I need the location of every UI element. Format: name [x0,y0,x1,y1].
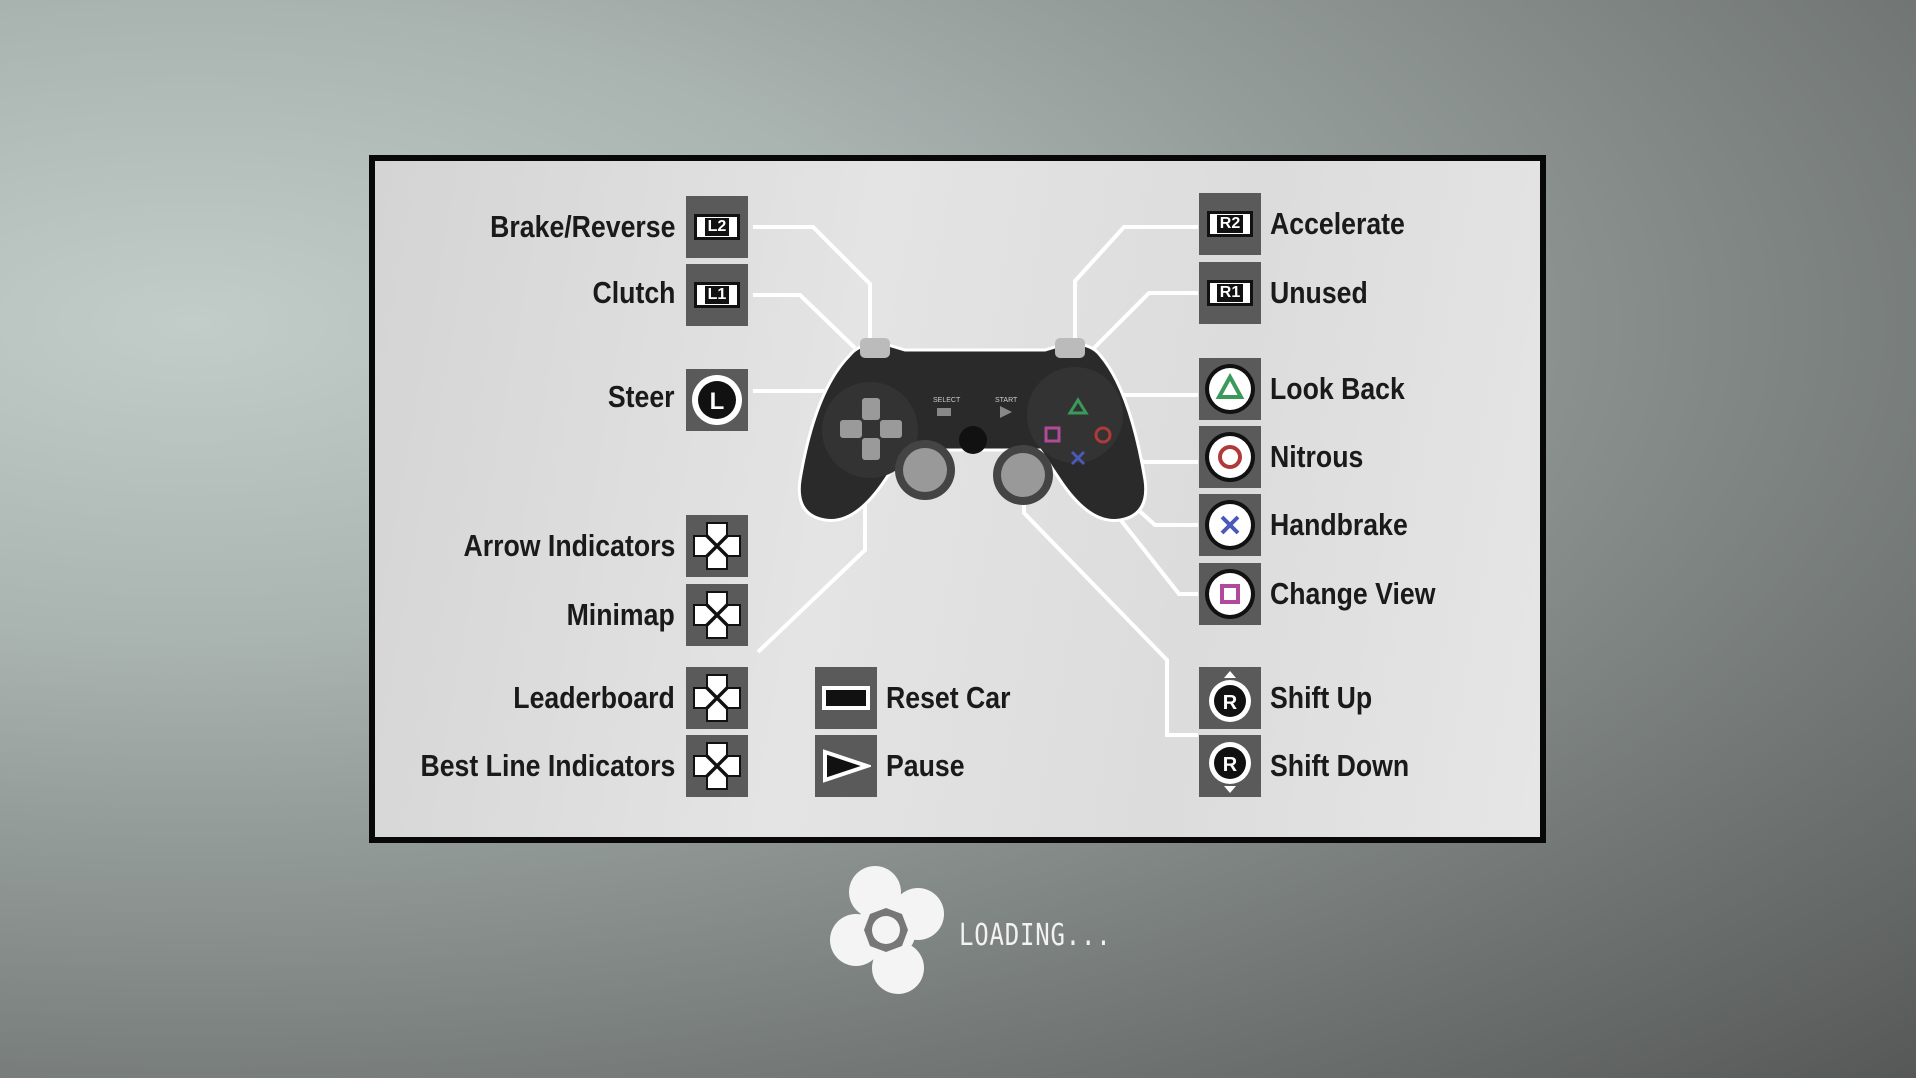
loading-spinner-icon [830,866,944,994]
binding-label: Shift Down [1270,748,1410,783]
right-stick-up-icon: R [1199,667,1261,729]
binding-label: Reset Car [886,680,1011,715]
binding-label: Shift Up [1270,680,1373,715]
binding-label: Arrow Indicators [463,528,675,563]
binding-label: Leaderboard [513,680,675,715]
svg-text:R: R [1223,692,1238,714]
binding-label: Brake/Reverse [489,209,675,244]
square-button-icon [1199,563,1261,625]
r2-trigger-icon: R2 [1199,193,1261,255]
svg-text:R: R [1223,754,1238,776]
circle-button-icon [1199,426,1261,488]
binding-label: Steer [608,379,675,414]
binding-label: Handbrake [1270,507,1408,542]
r1-bumper-icon: R1 [1199,262,1261,324]
binding-label: Nitrous [1270,439,1364,474]
dpad-up-icon [686,515,748,577]
start-text: START [995,397,1018,404]
binding-label: Unused [1270,275,1368,310]
binding-label: Best Line Indicators [420,748,675,783]
l2-trigger-icon: L2 [686,196,748,258]
left-stick-icon: L [686,369,748,431]
binding-label: Change View [1270,576,1436,611]
l1-bumper-icon: L1 [686,264,748,326]
loading-text: LOADING... [959,918,1112,953]
dpad-down-icon [686,584,748,646]
triangle-button-icon [1199,358,1261,420]
select-button-icon [815,667,877,729]
binding-label: Pause [886,748,965,783]
controller-image: SELECT START [797,338,1148,522]
svg-text:L: L [710,388,725,415]
binding-label: Accelerate [1270,206,1405,241]
select-text: SELECT [933,397,961,404]
dpad-left-icon [686,667,748,729]
start-button-icon [815,735,877,797]
cross-button-icon [1199,494,1261,556]
binding-label: Minimap [566,597,675,632]
binding-label: Clutch [592,275,675,310]
right-stick-down-icon: R [1199,735,1261,797]
binding-label: Look Back [1270,371,1405,406]
dpad-right-icon [686,735,748,797]
